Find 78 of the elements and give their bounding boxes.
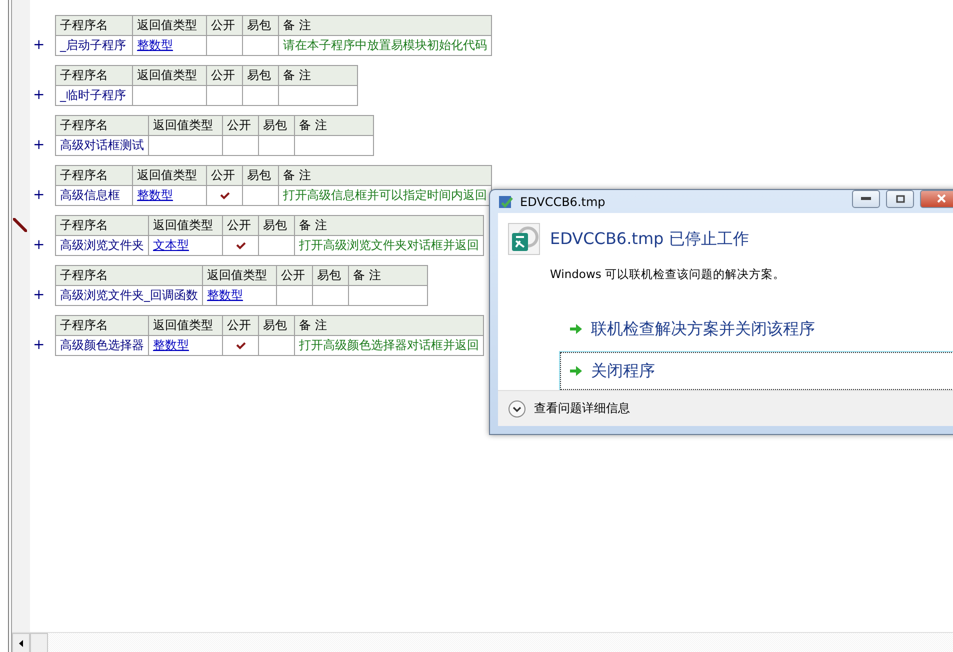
column-header: 子程序名 bbox=[56, 66, 132, 86]
command-link[interactable]: 关闭程序 bbox=[560, 352, 953, 390]
column-header: 公开 bbox=[206, 66, 242, 86]
expand-toggle[interactable]: + bbox=[33, 35, 45, 55]
column-header: 易包 bbox=[242, 166, 278, 186]
column-header: 公开 bbox=[222, 316, 258, 336]
procedure-name: 高级浏览文件夹_回调函数 bbox=[56, 286, 202, 306]
column-header: 返回值类型 bbox=[132, 66, 206, 86]
return-type-cell: 整数型 bbox=[148, 336, 222, 356]
column-header: 子程序名 bbox=[56, 266, 202, 286]
app-icon bbox=[498, 194, 514, 210]
column-header: 返回值类型 bbox=[132, 166, 206, 186]
minimize-icon bbox=[861, 196, 871, 201]
window-title: EDVCCB6.tmp bbox=[520, 194, 606, 209]
maximize-icon bbox=[896, 194, 904, 203]
minimize-button[interactable] bbox=[852, 190, 880, 208]
chevron-down-icon bbox=[508, 400, 526, 418]
column-header: 易包 bbox=[242, 66, 278, 86]
column-header: 返回值类型 bbox=[148, 216, 222, 236]
column-header: 公开 bbox=[222, 216, 258, 236]
procedure-name: 高级对话框测试 bbox=[56, 136, 148, 156]
column-header: 易包 bbox=[312, 266, 348, 286]
procedure-name: 高级浏览文件夹 bbox=[56, 236, 148, 256]
arrow-icon bbox=[569, 365, 583, 378]
remark-cell: 请在本子程序中放置易模块初始化代码 bbox=[278, 36, 492, 56]
expand-toggle[interactable]: + bbox=[33, 185, 45, 205]
arrow-icon bbox=[569, 323, 583, 336]
column-header: 子程序名 bbox=[56, 316, 148, 336]
column-header: 返回值类型 bbox=[202, 266, 276, 286]
scroll-thumb[interactable] bbox=[30, 633, 48, 652]
procedure-name: _临时子程序 bbox=[56, 86, 132, 106]
column-header: 公开 bbox=[222, 116, 258, 136]
procedure-name: _启动子程序 bbox=[56, 36, 132, 56]
expand-toggle[interactable]: + bbox=[33, 335, 45, 355]
column-header: 易包 bbox=[258, 316, 294, 336]
column-header: 备 注 bbox=[278, 66, 358, 86]
column-header: 返回值类型 bbox=[148, 316, 222, 336]
column-header: 备 注 bbox=[294, 116, 374, 136]
app-logo-icon bbox=[508, 223, 540, 256]
return-type-cell: 整数型 bbox=[132, 36, 206, 56]
close-icon bbox=[936, 194, 946, 204]
expand-toggle[interactable]: + bbox=[33, 135, 45, 155]
column-header: 易包 bbox=[242, 16, 278, 36]
column-header: 易包 bbox=[258, 216, 294, 236]
horizontal-scrollbar[interactable] bbox=[12, 632, 953, 652]
dialog-heading: EDVCCB6.tmp 已停止工作 bbox=[550, 228, 749, 250]
expand-toggle[interactable]: + bbox=[33, 235, 45, 255]
column-header: 子程序名 bbox=[56, 116, 148, 136]
return-type-cell: 整数型 bbox=[132, 186, 206, 206]
dialog-message: Windows 可以联机检查该问题的解决方案。 bbox=[550, 267, 786, 282]
column-header: 子程序名 bbox=[56, 16, 132, 36]
column-header: 备 注 bbox=[294, 316, 484, 336]
column-header: 备 注 bbox=[278, 16, 492, 36]
scroll-left-button[interactable] bbox=[12, 633, 30, 652]
column-header: 返回值类型 bbox=[132, 16, 206, 36]
maximize-button[interactable] bbox=[886, 190, 914, 208]
close-button[interactable] bbox=[920, 190, 953, 208]
column-header: 备 注 bbox=[294, 216, 484, 236]
procedure-name: 高级颜色选择器 bbox=[56, 336, 148, 356]
details-toggle[interactable]: 查看问题详细信息 bbox=[508, 400, 630, 418]
column-header: 公开 bbox=[276, 266, 312, 286]
column-header: 返回值类型 bbox=[148, 116, 222, 136]
remark-cell: 打开高级信息框并可以指定时间内返回 bbox=[278, 186, 492, 206]
column-header: 子程序名 bbox=[56, 166, 132, 186]
expand-toggle[interactable]: + bbox=[33, 85, 45, 105]
remark-cell: 打开高级浏览文件夹对话框并返回 bbox=[294, 236, 484, 256]
column-header: 备 注 bbox=[348, 266, 428, 286]
return-type-cell: 整数型 bbox=[202, 286, 276, 306]
return-type-cell: 文本型 bbox=[148, 236, 222, 256]
remark-cell: 打开高级颜色选择器对话框并返回 bbox=[294, 336, 484, 356]
column-header: 备 注 bbox=[278, 166, 492, 186]
column-header: 子程序名 bbox=[56, 216, 148, 236]
left-arrow-icon bbox=[19, 640, 23, 646]
expand-toggle[interactable]: + bbox=[33, 285, 45, 305]
column-header: 公开 bbox=[206, 16, 242, 36]
column-header: 易包 bbox=[258, 116, 294, 136]
column-header: 公开 bbox=[206, 166, 242, 186]
procedure-name: 高级信息框 bbox=[56, 186, 132, 206]
